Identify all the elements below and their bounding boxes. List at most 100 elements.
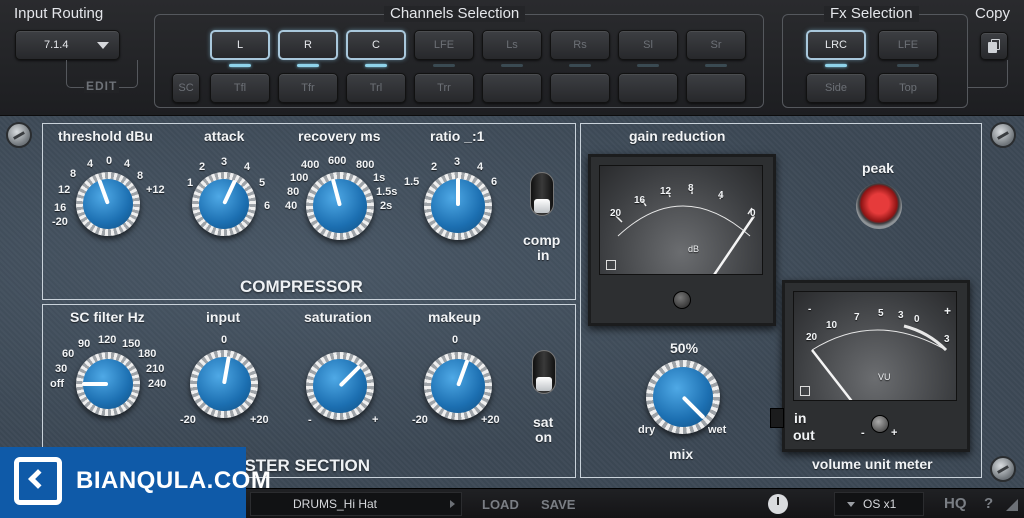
channel-button-r[interactable]: R [278,30,338,60]
saturation-knob[interactable] [306,352,374,420]
gr-zero-screw[interactable] [673,291,691,309]
sc-button[interactable]: SC [172,73,200,103]
saturation-tick: - [308,414,312,426]
threshold-tick: 16 [54,202,67,214]
logo-icon [800,386,810,396]
mix-value: 50% [670,340,699,356]
input-routing-dropdown[interactable]: 7.1.4 [15,30,120,60]
input-label: input [206,309,241,325]
sat-on-label-1: sat [533,414,554,430]
threshold-tick: 8 [70,168,77,180]
comp-in-label-2: in [537,247,550,263]
threshold-knob[interactable] [76,172,140,236]
watermark-logo-icon [14,457,62,505]
gain-reduction-scale [615,188,756,274]
channel-button-empty-5[interactable] [550,73,610,103]
recovery-tick: 2s [380,200,393,212]
makeup-tick: -20 [412,414,428,426]
preset-selector[interactable]: DRUMS_Hi Hat [250,492,462,516]
vu-scale-label: + [944,304,952,318]
channel-button-empty-6[interactable] [618,73,678,103]
mix-wet-label: wet [708,424,727,436]
vu-needle [811,349,853,400]
gain-reduction-needle [713,215,756,274]
hq-button[interactable]: HQ [944,495,967,512]
vu-scale-label: 3 [944,334,950,345]
channel-button-lfe[interactable]: LFE [414,30,474,60]
gr-scale-label: 4 [718,190,724,201]
channel-button-rs[interactable]: Rs [550,30,610,60]
vu-scale-label: 7 [854,312,860,323]
edit-button[interactable]: EDIT [84,79,120,93]
channel-button-l[interactable]: L [210,30,270,60]
gr-scale-label: 8 [688,183,694,194]
peak-led [856,183,902,229]
save-button[interactable]: SAVE [541,497,575,512]
channel-button-tfr[interactable]: Tfr [278,73,338,103]
recovery-tick: 400 [301,159,320,171]
ratio-label: ratio _:1 [430,128,485,144]
fx-button-top[interactable]: Top [878,73,938,103]
fx-led [897,64,919,67]
oversampling-value: OS x1 [863,497,897,511]
oversampling-dropdown[interactable]: OS x1 [834,492,924,516]
makeup-knob[interactable] [424,352,492,420]
channel-button-empty-4[interactable] [482,73,542,103]
resize-icon[interactable] [1006,499,1018,511]
fx-button-lfe[interactable]: LFE [878,30,938,60]
sc-filter-tick: 210 [146,363,165,375]
channel-button-empty-7[interactable] [686,73,746,103]
input-routing-title: Input Routing [14,5,104,22]
vu-scale-label: 5 [878,308,884,319]
fx-button-side[interactable]: Side [806,73,866,103]
threshold-tick: 12 [58,184,71,196]
channel-button-ls[interactable]: Ls [482,30,542,60]
attack-label: attack [204,128,245,144]
channel-button-trl[interactable]: Trl [346,73,406,103]
help-button[interactable]: ? [984,495,993,512]
copy-button[interactable] [980,32,1008,60]
vu-plus-label: + [891,427,898,439]
sc-filter-label: SC filter Hz [70,309,145,325]
recovery-tick: 40 [285,200,298,212]
threshold-tick: -20 [52,216,68,228]
comp-in-label-1: comp [523,232,561,248]
copy-title: Copy [975,5,1011,22]
logo-icon [606,260,616,270]
sc-filter-tick: 60 [62,348,75,360]
recovery-knob[interactable] [306,172,374,240]
recovery-tick: 600 [328,155,347,167]
power-icon[interactable] [768,494,788,514]
saturation-tick: + [372,414,379,426]
comp-in-toggle[interactable] [530,172,554,216]
load-button[interactable]: LOAD [482,497,519,512]
channel-button-trr[interactable]: Trr [414,73,474,103]
attack-tick: 2 [199,161,206,173]
sc-filter-tick: 180 [138,348,157,360]
fx-button-lrc[interactable]: LRC [806,30,866,60]
attack-tick: 4 [244,161,251,173]
mix-knob[interactable] [646,360,720,434]
vu-calibration-screw[interactable] [871,415,889,433]
channel-button-c[interactable]: C [346,30,406,60]
ratio-tick: 3 [454,156,461,168]
gr-scale-label: 12 [660,186,672,197]
input-knob[interactable] [190,350,258,418]
top-bar: Input Routing 7.1.4 EDIT Channels Select… [0,0,1024,116]
sc-filter-knob[interactable] [76,352,140,416]
channel-led [569,64,591,67]
mix-label: mix [669,446,694,462]
channel-led [433,64,455,67]
threshold-label: threshold dBu [58,128,153,144]
makeup-label: makeup [428,309,481,325]
channel-button-sl[interactable]: Sl [618,30,678,60]
channel-button-sr[interactable]: Sr [686,30,746,60]
attack-knob[interactable] [192,172,256,236]
sc-filter-tick: 120 [98,334,117,346]
gr-scale-label: 16 [634,195,646,206]
attack-tick: 1 [187,177,194,189]
ratio-knob[interactable] [424,172,492,240]
sat-on-toggle[interactable] [532,350,556,394]
channel-button-tfl[interactable]: Tfl [210,73,270,103]
vu-in-out-switch[interactable] [770,408,784,428]
